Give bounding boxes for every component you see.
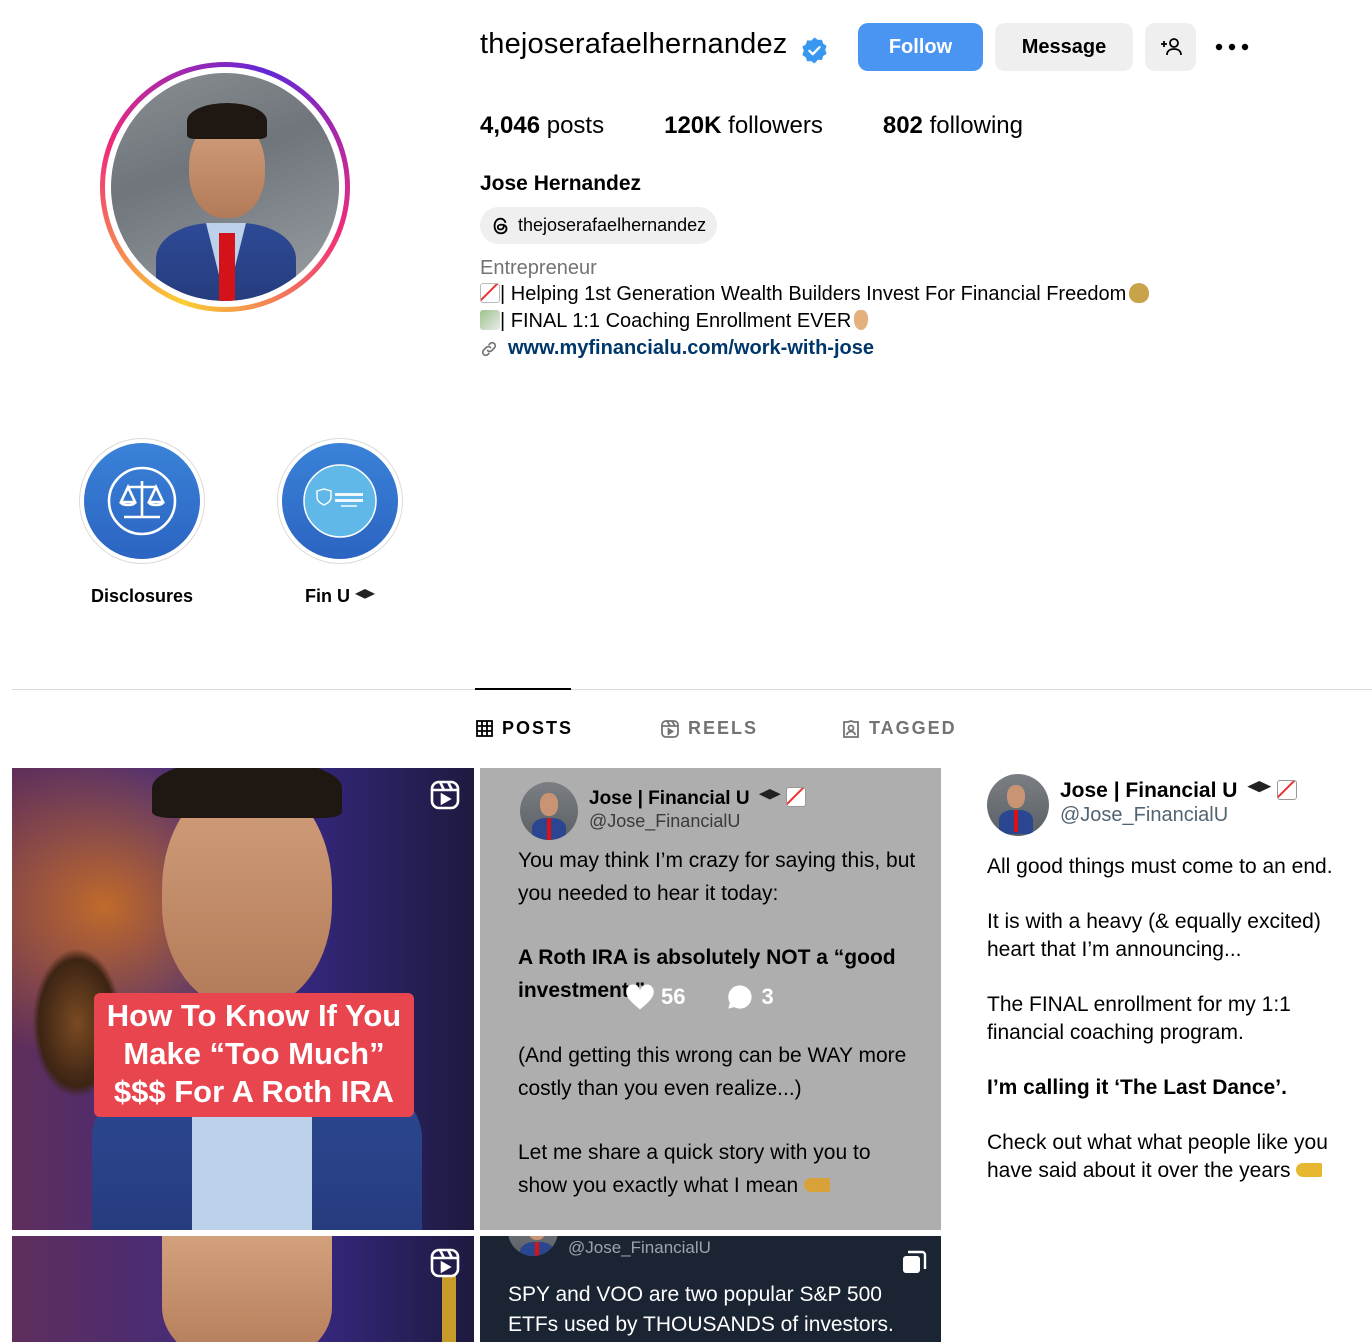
money-bag-icon [1129,283,1150,303]
tweet-text-1: All good things must come to an end. [987,855,1333,878]
link-icon [481,341,497,356]
tabs-divider [12,689,1372,690]
profile-avatar-ring[interactable] [100,62,350,312]
post-caption-overlay: How To Know If You Make “Too Much” $$$ F… [94,993,414,1117]
pointing-right-icon [803,1178,830,1192]
tweet-header: Jose | Financial U @Jose_FinancialU [987,774,1298,836]
add-user-icon [1160,38,1182,56]
followers-link[interactable]: 120K followers [664,112,823,140]
reels-icon [430,1248,460,1278]
post-tile-1[interactable]: How To Know If You Make “Too Much” $$$ F… [12,768,474,1230]
profile-category: Entrepreneur [480,257,597,279]
profile-avatar [111,73,339,301]
threads-link[interactable]: thejoserafaelhernandez [480,207,718,244]
comment-icon [728,985,753,1009]
follow-button[interactable]: Follow [858,23,983,71]
bio-line-2: | FINAL 1:1 Coaching Enrollment EVER [480,310,869,333]
highlight-label: Disclosures [90,586,194,606]
comments-count: 3 [761,984,774,1009]
tweet-text-1: You may think I’m crazy for saying this,… [518,849,916,905]
likes-count: 56 [661,984,686,1009]
reels-icon [430,780,460,810]
bio-website-link[interactable]: www.myfinancialu.com/work-with-jose [480,337,874,360]
tweet-text-2: It is with a heavy (& equally excited) h… [987,910,1321,961]
tweet-handle: @Jose_FinancialU [568,1238,711,1257]
heart-icon [626,984,654,1010]
message-button[interactable]: Message [995,23,1133,71]
verified-badge-icon [802,37,827,64]
tweet-header: Jose | Financial U @Jose_FinancialU [520,782,807,840]
threads-icon [493,217,508,234]
tweet-text-3: (And getting this wrong can be WAY more … [518,1044,907,1100]
tweet-avatar [508,1236,558,1256]
pointing-right-icon [1296,1163,1323,1177]
suggested-users-button[interactable] [1145,23,1196,71]
graduation-cap-icon [758,789,781,800]
highlight-disclosures[interactable]: Disclosures [79,438,205,607]
profile-full-name: Jose Hernandez [480,172,642,195]
threads-handle: thejoserafaelhernandez [518,215,707,235]
following-link[interactable]: 802 following [883,112,1023,140]
reels-icon [661,719,679,738]
tweet-text-4: I’m calling it ‘The Last Dance’. [987,1076,1287,1099]
bio-line-1: | Helping 1st Generation Wealth Builders… [480,283,1150,306]
tagged-icon [843,719,859,738]
chart-increasing-icon [1277,780,1298,800]
profile-stats: 4,046 posts 120K followers 802 following [480,112,1083,140]
chart-increasing-icon [786,787,807,807]
financial-university-logo-icon [303,464,377,538]
post-hover-stats: 56 3 [625,983,814,1011]
money-with-wings-icon [480,310,500,330]
carousel-icon [903,1250,927,1273]
tweet-text-4: Let me share a quick story with you to s… [518,1141,871,1197]
graduation-cap-icon [1247,781,1272,793]
post-tile-2[interactable]: Jose | Financial U @Jose_FinancialU You … [480,768,941,1230]
tab-posts[interactable]: POSTS [476,718,573,739]
highlight-label: Fin U [277,586,403,607]
more-horizontal-icon [1215,43,1249,51]
posts-count: 4,046 posts [480,112,605,139]
tweet-text-5: Check out what what people like you have… [987,1131,1328,1182]
profile-username: thejoserafaelhernandez [480,28,788,60]
active-tab-indicator [475,688,571,690]
post-tile-4[interactable] [12,1236,474,1342]
tweet-text: SPY and VOO are two popular S&P 500 ETFs… [508,1283,894,1336]
tab-tagged[interactable]: TAGGED [842,718,957,739]
graduation-cap-icon [355,589,375,599]
tweet-avatar [987,774,1049,836]
tweet-avatar [520,782,578,840]
chart-increasing-icon [480,283,500,303]
post-tile-3[interactable]: Jose | Financial U @Jose_FinancialU All … [947,768,1372,1230]
highlight-fin-u[interactable]: Fin U [277,438,403,607]
pointing-down-icon [854,310,869,330]
scales-icon [107,466,177,536]
post-tile-5[interactable]: @Jose_FinancialU SPY and VOO are two pop… [480,1236,941,1342]
tweet-text-3: The FINAL enrollment for my 1:1 financia… [987,993,1291,1044]
grid-icon [476,720,493,737]
more-options-button[interactable] [1210,23,1254,71]
tab-reels[interactable]: REELS [661,718,758,739]
